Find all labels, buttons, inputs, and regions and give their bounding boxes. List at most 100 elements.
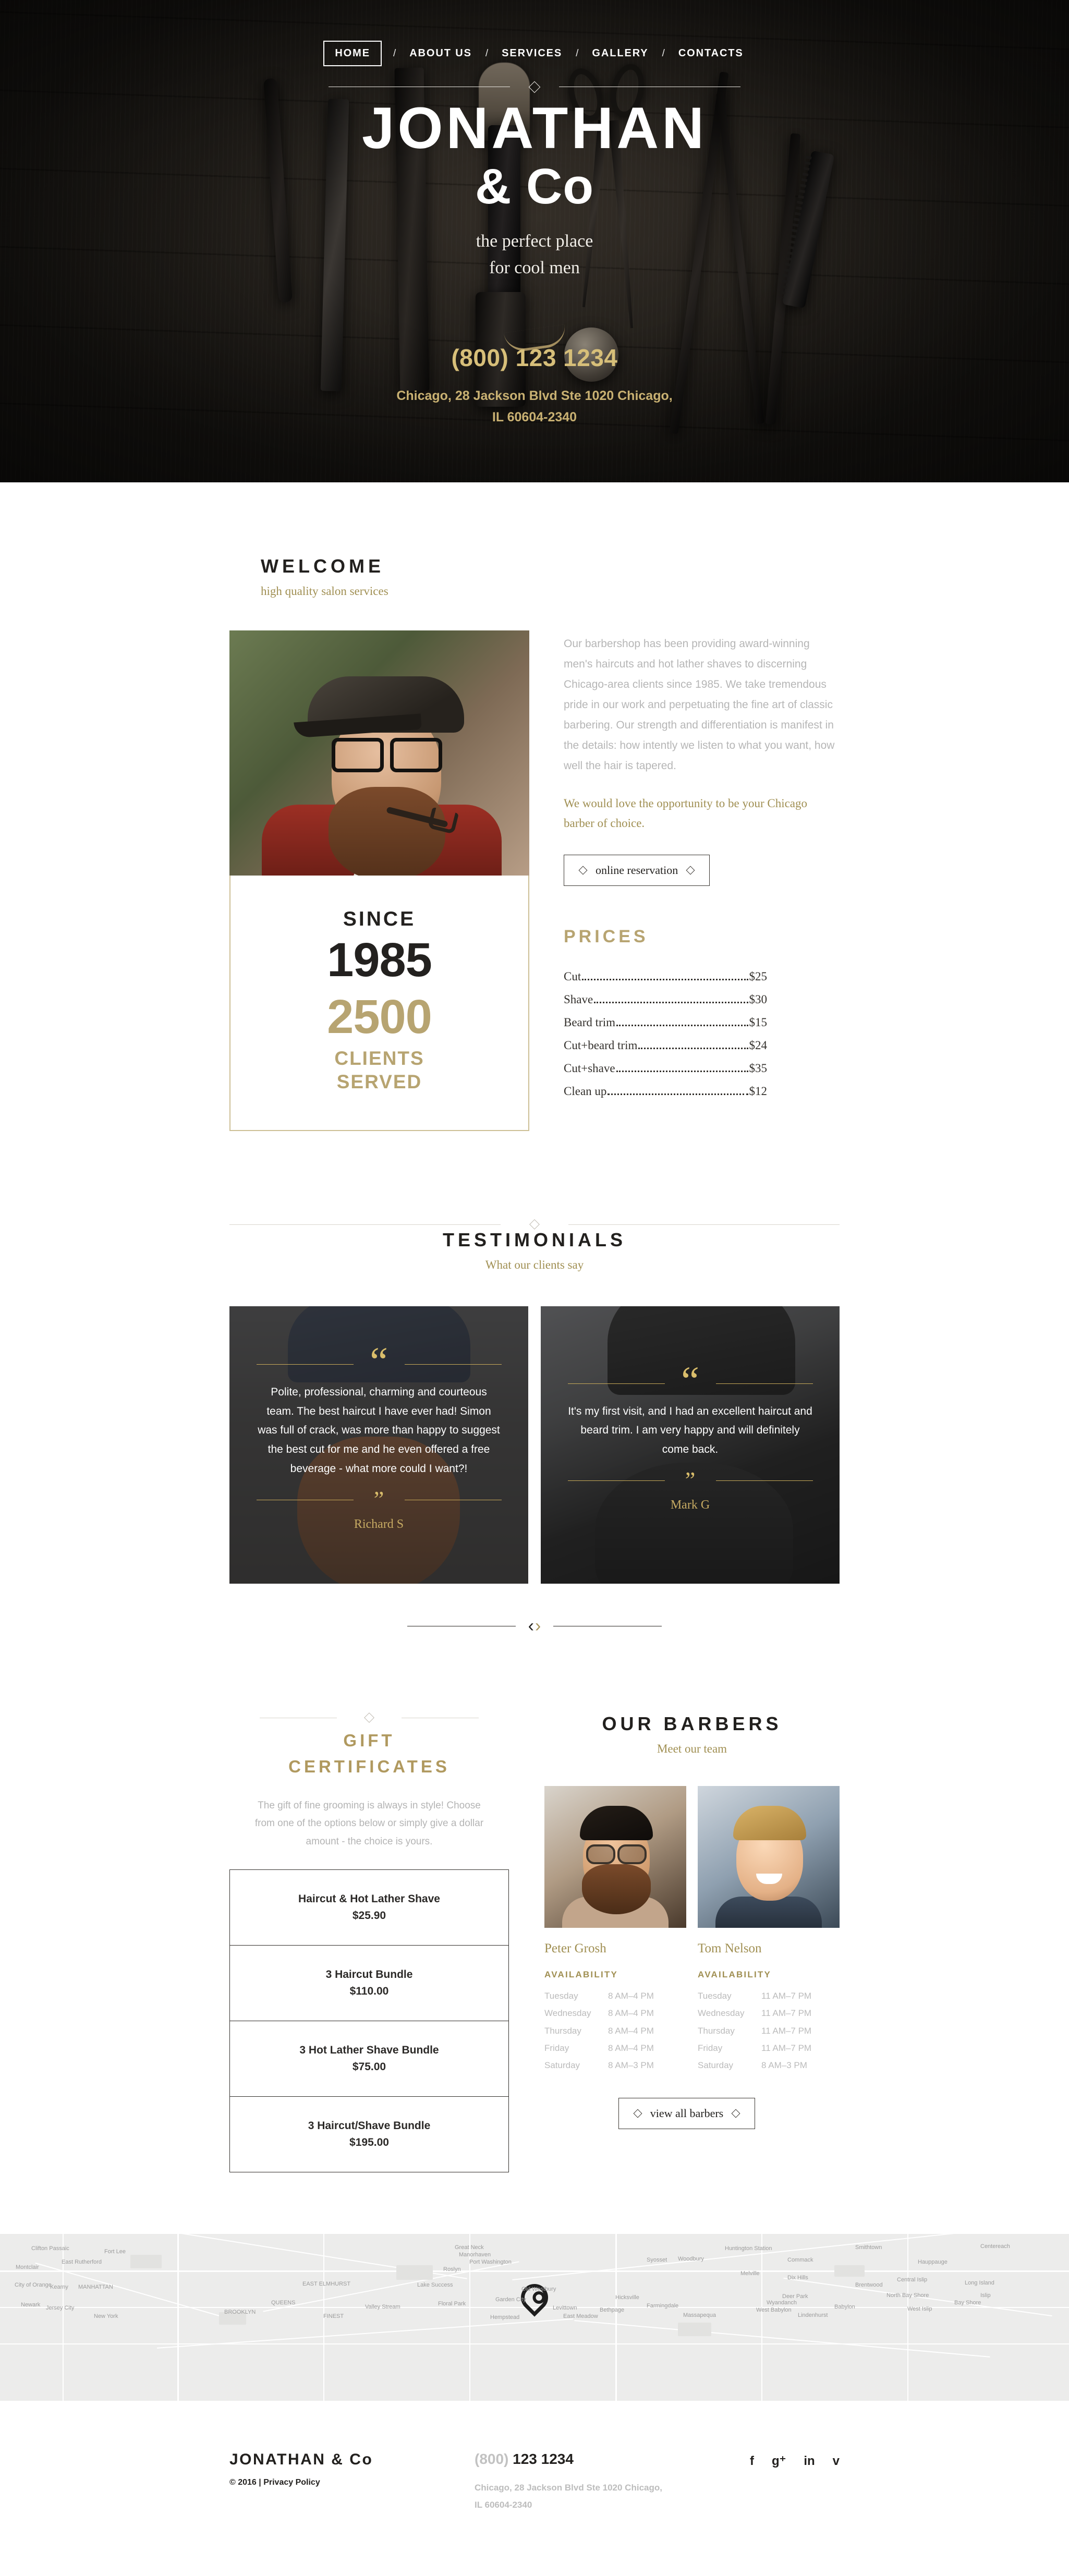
price-value: $30	[749, 992, 768, 1006]
map-label: West Islip	[907, 2305, 932, 2312]
carousel-prev-icon[interactable]: ‹	[528, 1617, 534, 1635]
map-label: Valley Stream	[365, 2303, 400, 2310]
barber-schedule: Tuesday 11 AM–7 PM Wednesday 11 AM–7 PM …	[698, 1987, 840, 2074]
testimonials-subtitle: What our clients say	[485, 1258, 584, 1272]
price-dots	[608, 1093, 748, 1095]
gift-item-price: $195.00	[349, 2136, 389, 2148]
schedule-hours: 8 AM–3 PM	[608, 2060, 654, 2070]
footer-phone[interactable]: (800) 123 1234	[475, 2451, 746, 2468]
map-label: Long Island	[965, 2279, 994, 2286]
map-label: Central Islip	[897, 2276, 928, 2283]
map-label: City of Orange	[15, 2281, 52, 2288]
footer-social-links: f g⁺ in ᴠ	[746, 2451, 840, 2468]
price-name: Shave	[564, 992, 593, 1006]
testimonial-body: “ Polite, professional, charming and cou…	[256, 1341, 502, 1532]
map-block	[678, 2322, 711, 2336]
nav-item-contacts[interactable]: CONTACTS	[676, 44, 746, 63]
gift-description: The gift of fine grooming is always in s…	[254, 1800, 484, 1847]
map-label: QUEENS	[271, 2299, 296, 2306]
hero-tagline: the perfect place for cool men	[0, 228, 1069, 281]
price-dots	[582, 978, 748, 980]
map-label: North Bay Shore	[886, 2292, 929, 2299]
gift-title-line1: GIFT	[343, 1731, 395, 1751]
barber-photo	[698, 1786, 840, 1928]
gift-and-barbers-section: GIFT CERTIFICATES The gift of fine groom…	[229, 1635, 840, 2172]
gift-item[interactable]: Haircut & Hot Lather Shave $25.90	[230, 1870, 508, 1946]
testimonial-card: “ Polite, professional, charming and cou…	[229, 1306, 528, 1584]
diamond-left-icon	[578, 866, 588, 875]
location-map[interactable]: Clifton Passaic Fort Lee Montclair East Rut…	[0, 2233, 1069, 2401]
schedule-day: Friday	[544, 2043, 569, 2053]
barber-card: Tom Nelson AVAILABILITY Tuesday 11 AM–7 …	[698, 1786, 840, 2074]
welcome-paragraph: Our barbershop has been providing award-…	[564, 638, 835, 772]
testimonial-body: “ It's my first visit, and I had an exce…	[567, 1360, 813, 1512]
view-all-barbers-button[interactable]: view all barbers	[618, 2097, 756, 2129]
schedule-day: Saturday	[544, 2060, 580, 2070]
gift-item[interactable]: 3 Haircut/Shave Bundle $195.00	[230, 2097, 508, 2172]
schedule-day: Wednesday	[698, 2008, 745, 2019]
map-label: Kearny	[50, 2283, 68, 2290]
stats-clients-count: 2500	[327, 990, 432, 1043]
quote-open-icon: “	[681, 1357, 699, 1403]
footer-copyright[interactable]: © 2016 | Privacy Policy	[229, 2478, 475, 2487]
map-label: Levittown	[553, 2304, 577, 2311]
nav-item-about-us[interactable]: ABOUT US	[407, 44, 474, 63]
footer-contact: (800) 123 1234 Chicago, 28 Jackson Blvd …	[475, 2451, 746, 2513]
testimonials-carousel-controls: ‹ ›	[229, 1617, 840, 1635]
diamond-icon	[529, 1219, 540, 1230]
map-label: Montclair	[16, 2264, 39, 2270]
barbers-button-wrapper: view all barbers	[544, 2097, 840, 2129]
nav-item-home[interactable]: HOME	[323, 41, 382, 66]
schedule-day: Thursday	[544, 2025, 581, 2036]
price-row: Cut $25	[564, 970, 767, 984]
gift-item-price: $25.90	[352, 1909, 386, 1922]
stats-since-label: SINCE	[343, 908, 416, 930]
facebook-icon[interactable]: f	[750, 2455, 754, 2468]
welcome-accent-text: We would love the opportunity to be your…	[564, 797, 808, 830]
google-plus-icon[interactable]: g⁺	[772, 2455, 786, 2468]
map-label: West Babylon	[756, 2306, 792, 2313]
carousel-next-icon[interactable]: ›	[535, 1617, 541, 1635]
schedule-day: Tuesday	[698, 1991, 732, 2001]
price-value: $15	[749, 1015, 768, 1029]
schedule-hours: 11 AM–7 PM	[761, 2008, 812, 2019]
hero-phone[interactable]: (800) 123 1234	[0, 344, 1069, 372]
twitter-icon[interactable]: ᴠ	[833, 2455, 840, 2468]
map-block	[130, 2254, 162, 2268]
diamond-left-icon	[633, 2109, 642, 2118]
linkedin-icon[interactable]: in	[804, 2455, 815, 2468]
map-label: Brentwood	[855, 2281, 883, 2288]
gift-item[interactable]: 3 Hot Lather Shave Bundle $75.00	[230, 2021, 508, 2097]
hero-address-line2: IL 60604-2340	[492, 410, 577, 425]
map-block	[396, 2265, 433, 2280]
schedule-row: Saturday 8 AM–3 PM	[698, 2057, 840, 2074]
gift-title: GIFT CERTIFICATES	[229, 1728, 509, 1779]
schedule-hours: 8 AM–4 PM	[608, 2008, 654, 2019]
hero-section: HOME / ABOUT US / SERVICES / GALLERY / C…	[0, 0, 1069, 482]
carousel-arrows: ‹ ›	[528, 1617, 541, 1635]
footer-phone-number: 123 1234	[513, 2450, 574, 2467]
online-reservation-label: online reservation	[596, 863, 678, 877]
schedule-row: Tuesday 8 AM–4 PM	[544, 1987, 686, 2004]
gift-title-line2: CERTIFICATES	[288, 1756, 450, 1776]
gift-item-price: $75.00	[352, 2060, 386, 2073]
gift-item-name: 3 Haircut/Shave Bundle	[308, 2119, 431, 2132]
gift-item[interactable]: 3 Haircut Bundle $110.00	[230, 1946, 508, 2021]
map-label: Manorhaven	[459, 2251, 491, 2258]
hero-tagline-line1: the perfect place	[476, 231, 593, 251]
map-label: Hauppauge	[918, 2258, 947, 2265]
map-label: Deer Park	[782, 2293, 808, 2300]
schedule-day: Wednesday	[544, 2008, 591, 2019]
barbers-title: OUR BARBERS	[602, 1713, 782, 1735]
footer-logo[interactable]: JONATHAN & Co	[229, 2451, 475, 2469]
nav-item-gallery[interactable]: GALLERY	[590, 44, 650, 63]
online-reservation-button[interactable]: online reservation	[564, 854, 710, 886]
map-label: East Meadow	[563, 2313, 598, 2319]
hero-divider	[329, 81, 740, 93]
nav-item-services[interactable]: SERVICES	[500, 44, 564, 63]
footer-address-line2: IL 60604-2340	[475, 2499, 532, 2510]
stats-clients-label-line1: CLIENTS	[334, 1048, 424, 1069]
map-label: Lindenhurst	[798, 2312, 828, 2318]
barber-card: Peter Grosh AVAILABILITY Tuesday 8 AM–4 …	[544, 1786, 686, 2074]
map-label: Clifton Passaic	[31, 2245, 69, 2252]
